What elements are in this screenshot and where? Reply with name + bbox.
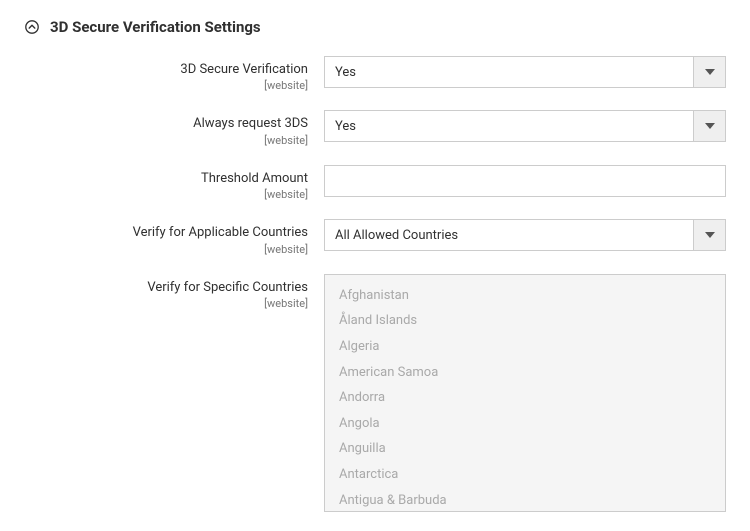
multiselect-specific-countries[interactable]: AfghanistanÅland IslandsAlgeriaAmerican …: [324, 274, 726, 512]
section-header[interactable]: 3D Secure Verification Settings: [24, 18, 726, 36]
select-value: Yes: [325, 111, 693, 141]
caret-down-icon: [693, 111, 725, 141]
form-rows: 3D Secure Verification [website] Yes Alw…: [24, 56, 726, 512]
caret-down-icon: [693, 57, 725, 87]
select-applicable-countries[interactable]: All Allowed Countries: [324, 219, 726, 251]
country-option[interactable]: Antigua & Barbuda: [325, 488, 725, 512]
country-option[interactable]: Algeria: [325, 334, 725, 360]
label-applicable-countries: Verify for Applicable Countries [website…: [24, 219, 324, 255]
row-applicable-countries: Verify for Applicable Countries [website…: [24, 219, 726, 255]
label-text: Verify for Applicable Countries: [24, 225, 308, 241]
label-scope: [website]: [24, 188, 308, 201]
label-3ds-verification: 3D Secure Verification [website]: [24, 56, 324, 92]
label-always-request-3ds: Always request 3DS [website]: [24, 110, 324, 146]
row-always-request-3ds: Always request 3DS [website] Yes: [24, 110, 726, 146]
caret-down-icon: [693, 220, 725, 250]
country-option[interactable]: Anguilla: [325, 436, 725, 462]
label-scope: [website]: [24, 134, 308, 147]
country-option[interactable]: American Samoa: [325, 360, 725, 386]
select-value: Yes: [325, 57, 693, 87]
label-text: Threshold Amount: [24, 171, 308, 187]
label-scope: [website]: [24, 297, 308, 310]
row-threshold-amount: Threshold Amount [website]: [24, 165, 726, 201]
country-option[interactable]: Åland Islands: [325, 308, 725, 334]
country-option[interactable]: Antarctica: [325, 462, 725, 488]
label-text: Verify for Specific Countries: [24, 280, 308, 296]
row-3ds-verification: 3D Secure Verification [website] Yes: [24, 56, 726, 92]
select-3ds-verification[interactable]: Yes: [324, 56, 726, 88]
country-option[interactable]: Angola: [325, 411, 725, 437]
select-always-request-3ds[interactable]: Yes: [324, 110, 726, 142]
collapse-up-icon: [24, 19, 40, 35]
section-title: 3D Secure Verification Settings: [50, 18, 261, 36]
country-option[interactable]: Andorra: [325, 385, 725, 411]
label-text: 3D Secure Verification: [24, 62, 308, 78]
label-scope: [website]: [24, 79, 308, 92]
label-text: Always request 3DS: [24, 116, 308, 132]
select-value: All Allowed Countries: [325, 220, 693, 250]
label-scope: [website]: [24, 243, 308, 256]
label-threshold-amount: Threshold Amount [website]: [24, 165, 324, 201]
input-threshold-amount[interactable]: [324, 165, 726, 197]
country-option[interactable]: Afghanistan: [325, 283, 725, 309]
label-specific-countries: Verify for Specific Countries [website]: [24, 274, 324, 310]
row-specific-countries: Verify for Specific Countries [website] …: [24, 274, 726, 512]
